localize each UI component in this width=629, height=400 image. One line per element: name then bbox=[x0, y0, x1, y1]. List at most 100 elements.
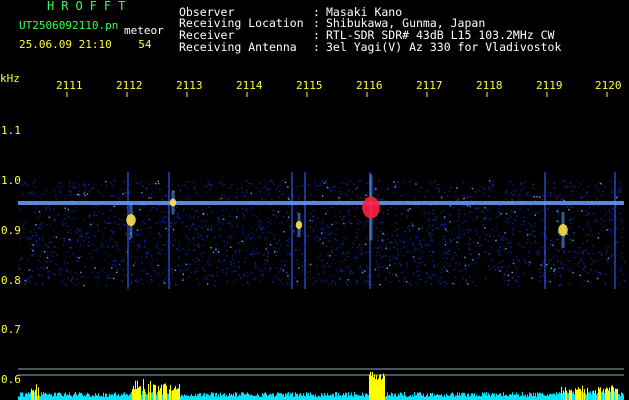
noise-dot bbox=[36, 268, 39, 270]
noise-dot bbox=[309, 194, 311, 197]
noise-dot bbox=[322, 225, 324, 227]
noise-dot bbox=[352, 215, 355, 217]
level-bar bbox=[166, 385, 167, 400]
noise-dot bbox=[464, 213, 466, 215]
noise-dot bbox=[433, 182, 435, 184]
level-bar bbox=[369, 374, 370, 400]
noise-dot bbox=[325, 213, 327, 215]
noise-dot bbox=[507, 243, 509, 245]
noise-dot bbox=[514, 211, 516, 213]
noise-dot bbox=[42, 274, 44, 276]
noise-dot bbox=[384, 277, 387, 279]
noise-dot bbox=[519, 199, 521, 201]
level-bar bbox=[335, 392, 336, 400]
level-bar bbox=[95, 393, 96, 400]
noise-dot bbox=[326, 226, 328, 228]
noise-dot bbox=[383, 211, 385, 214]
noise-dot bbox=[80, 255, 82, 258]
noise-dot bbox=[92, 243, 94, 245]
level-bar bbox=[465, 395, 466, 400]
noise-dot bbox=[573, 185, 576, 188]
noise-dot bbox=[29, 280, 31, 283]
level-bar bbox=[118, 393, 119, 400]
noise-dot bbox=[418, 228, 420, 230]
noise-dot bbox=[367, 283, 370, 286]
noise-dot bbox=[235, 279, 237, 281]
noise-dot bbox=[379, 284, 381, 286]
noise-dot bbox=[594, 221, 596, 223]
noise-dot bbox=[205, 191, 207, 194]
level-bar bbox=[267, 396, 268, 400]
noise-dot bbox=[313, 238, 316, 241]
noise-dot bbox=[103, 221, 105, 223]
noise-dot bbox=[308, 220, 311, 222]
level-bar bbox=[295, 392, 296, 400]
noise-dot bbox=[66, 231, 69, 233]
noise-dot bbox=[444, 248, 446, 250]
level-bar bbox=[572, 392, 573, 400]
noise-dot bbox=[81, 236, 84, 238]
level-bar bbox=[597, 393, 598, 400]
noise-dot bbox=[156, 221, 159, 223]
noise-dot bbox=[443, 242, 446, 244]
level-bar bbox=[590, 391, 591, 400]
noise-dot bbox=[557, 208, 559, 211]
noise-dot bbox=[317, 185, 319, 187]
level-bar bbox=[41, 392, 42, 400]
echo-head bbox=[362, 196, 380, 219]
noise-dot bbox=[410, 284, 412, 286]
noise-dot bbox=[448, 254, 450, 256]
noise-dot bbox=[401, 233, 403, 235]
noise-dot bbox=[601, 194, 603, 196]
noise-dot bbox=[135, 257, 137, 260]
level-bar bbox=[367, 394, 368, 400]
noise-dot bbox=[562, 267, 564, 269]
level-bar bbox=[31, 388, 32, 400]
noise-dot bbox=[18, 276, 20, 279]
noise-dot bbox=[196, 268, 198, 270]
noise-dot bbox=[238, 253, 240, 255]
noise-dot bbox=[298, 267, 300, 269]
noise-dot bbox=[560, 248, 563, 250]
level-bar bbox=[554, 393, 555, 400]
noise-dot bbox=[494, 196, 496, 199]
level-bar bbox=[615, 388, 616, 400]
noise-dot bbox=[620, 218, 622, 220]
level-bar bbox=[566, 390, 567, 400]
noise-dot bbox=[62, 223, 65, 225]
noise-dot bbox=[176, 206, 178, 208]
noise-dot bbox=[450, 241, 452, 244]
noise-dot bbox=[28, 269, 30, 271]
noise-dot bbox=[175, 216, 177, 218]
noise-dot bbox=[446, 242, 449, 244]
noise-dot bbox=[455, 191, 457, 193]
noise-dot bbox=[539, 196, 541, 198]
level-bar bbox=[232, 395, 233, 400]
noise-dot bbox=[601, 254, 603, 257]
level-bar bbox=[301, 395, 302, 400]
noise-dot bbox=[254, 261, 257, 264]
level-bar bbox=[79, 392, 80, 400]
level-bar bbox=[608, 390, 609, 400]
level-bar bbox=[164, 383, 165, 400]
noise-dot bbox=[192, 223, 194, 225]
noise-dot bbox=[541, 232, 543, 235]
noise-dot bbox=[465, 280, 467, 282]
noise-dot bbox=[377, 251, 379, 254]
level-bar bbox=[80, 393, 81, 400]
level-bar bbox=[521, 395, 522, 400]
noise-dot bbox=[36, 207, 38, 209]
noise-dot bbox=[445, 268, 447, 271]
noise-dot bbox=[585, 249, 587, 251]
level-bar bbox=[49, 393, 50, 400]
noise-dot bbox=[530, 205, 532, 207]
noise-dot bbox=[324, 267, 326, 269]
noise-dot bbox=[142, 196, 145, 198]
noise-dot bbox=[191, 181, 193, 183]
noise-dot bbox=[358, 228, 361, 230]
noise-dot bbox=[558, 221, 560, 223]
noise-dot bbox=[587, 280, 589, 282]
noise-dot bbox=[130, 281, 133, 284]
noise-dot bbox=[403, 281, 405, 283]
noise-dot bbox=[495, 225, 498, 227]
